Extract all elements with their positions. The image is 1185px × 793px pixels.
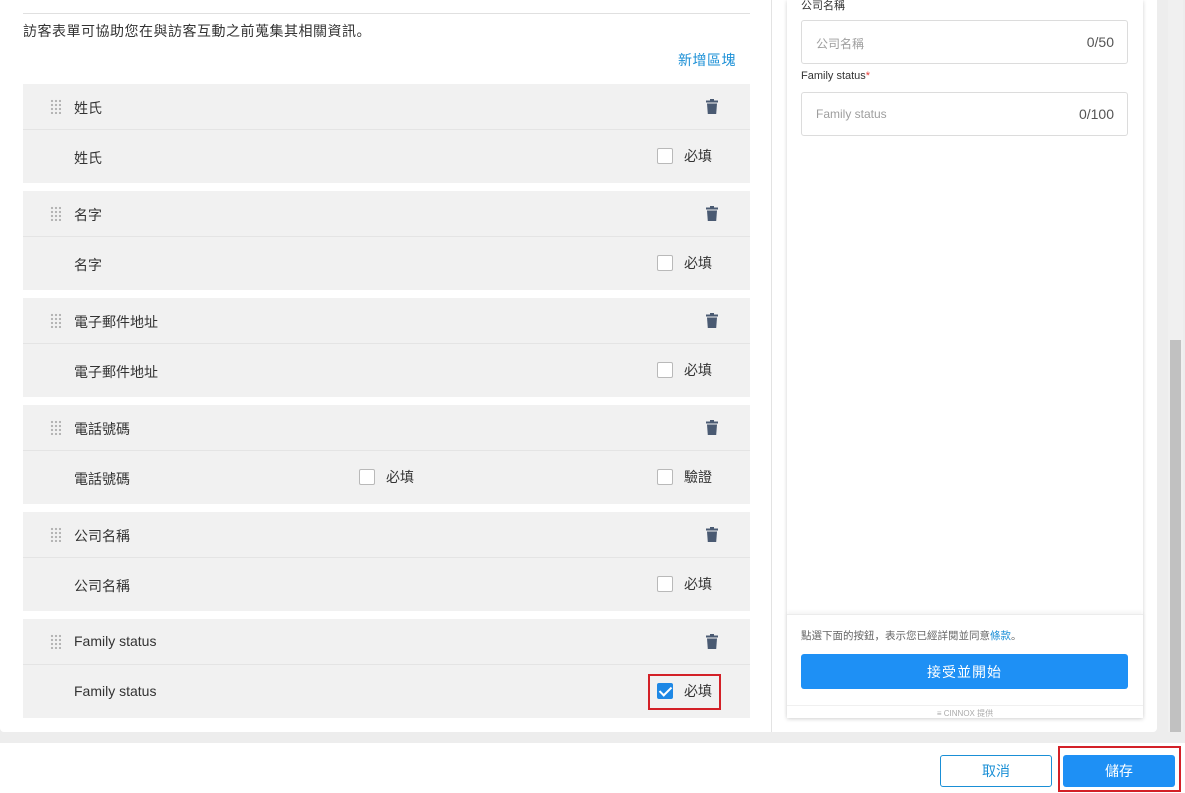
form-fields-panel: 訪客表單可協助您在與訪客互動之前蒐集其相關資訊。 新增區塊 姓氏 姓氏 必填 名… bbox=[0, 0, 771, 732]
field-block-header: 電話號碼 bbox=[23, 405, 750, 451]
field-title: Family status bbox=[74, 633, 157, 649]
field-title: 公司名稱 bbox=[74, 528, 130, 544]
field-name: 電話號碼 bbox=[74, 471, 130, 487]
field-block-body: 電子郵件地址 必填 bbox=[23, 344, 750, 397]
required-label: 必填 bbox=[684, 148, 712, 164]
form-editor-card: 訪客表單可協助您在與訪客互動之前蒐集其相關資訊。 新增區塊 姓氏 姓氏 必填 名… bbox=[0, 0, 1183, 732]
required-toggle[interactable]: 必填 bbox=[657, 360, 712, 380]
trash-icon[interactable] bbox=[706, 313, 718, 328]
required-label: 必填 bbox=[684, 576, 712, 592]
verify-label: 驗證 bbox=[684, 469, 712, 485]
required-label: 必填 bbox=[684, 255, 712, 271]
trash-icon[interactable] bbox=[706, 99, 718, 114]
terms-prefix: 點選下面的按鈕，表示您已經詳閱並同意 bbox=[801, 630, 990, 642]
family-status-field-label: Family status* bbox=[801, 70, 870, 82]
field-title: 姓氏 bbox=[74, 100, 102, 116]
family-status-placeholder: Family status bbox=[816, 107, 887, 121]
field-block-body: Family status 必填 bbox=[23, 665, 750, 718]
field-name: Family status bbox=[74, 683, 157, 699]
drag-handle-icon[interactable] bbox=[50, 420, 61, 435]
required-checkbox[interactable] bbox=[657, 576, 673, 592]
company-placeholder: 公司名稱 bbox=[816, 37, 865, 51]
required-toggle[interactable]: 必填 bbox=[657, 574, 712, 594]
verify-toggle[interactable]: 驗證 bbox=[657, 467, 712, 487]
trash-icon[interactable] bbox=[706, 527, 718, 542]
highlight-box-required bbox=[648, 674, 721, 710]
highlight-box-save bbox=[1058, 746, 1181, 792]
drag-handle-icon[interactable] bbox=[50, 206, 61, 221]
field-block-header: 電子郵件地址 bbox=[23, 298, 750, 344]
field-block-family-status: Family status Family status 必填 bbox=[23, 619, 750, 718]
trash-icon[interactable] bbox=[706, 420, 718, 435]
required-checkbox[interactable] bbox=[657, 148, 673, 164]
required-checkbox[interactable] bbox=[359, 469, 375, 485]
field-title: 電話號碼 bbox=[74, 421, 130, 437]
terms-link[interactable]: 條款 bbox=[990, 630, 1011, 642]
required-toggle[interactable]: 必填 bbox=[657, 146, 712, 166]
terms-suffix: 。 bbox=[1011, 630, 1022, 642]
scrollbar[interactable] bbox=[1168, 0, 1183, 732]
field-name: 電子郵件地址 bbox=[74, 364, 158, 380]
verify-checkbox[interactable] bbox=[657, 469, 673, 485]
family-status-label-text: Family status bbox=[801, 70, 866, 82]
field-name: 姓氏 bbox=[74, 150, 102, 166]
trash-icon[interactable] bbox=[706, 206, 718, 221]
field-name: 公司名稱 bbox=[74, 578, 130, 594]
footer-bar: 取消 儲存 bbox=[0, 743, 1185, 793]
required-checkbox[interactable] bbox=[657, 255, 673, 271]
panel-divider bbox=[771, 0, 772, 732]
field-block-company: 公司名稱 公司名稱 必填 bbox=[23, 512, 750, 611]
field-title: 名字 bbox=[74, 207, 102, 223]
field-block-header: 姓氏 bbox=[23, 84, 750, 130]
required-toggle[interactable]: 必填 bbox=[359, 467, 414, 487]
field-block-first-name: 名字 名字 必填 bbox=[23, 191, 750, 290]
drag-handle-icon[interactable] bbox=[50, 527, 61, 542]
powered-by: ≡ CINNOX 提供 bbox=[787, 705, 1143, 719]
field-title: 電子郵件地址 bbox=[74, 314, 158, 330]
required-label: 必填 bbox=[386, 469, 414, 485]
field-name: 名字 bbox=[74, 257, 102, 273]
terms-text: 點選下面的按鈕，表示您已經詳閱並同意條款。 bbox=[801, 628, 1022, 643]
field-block-header: 公司名稱 bbox=[23, 512, 750, 558]
field-block-body: 名字 必填 bbox=[23, 237, 750, 290]
scrollbar-thumb[interactable] bbox=[1170, 340, 1181, 732]
form-description: 訪客表單可協助您在與訪客互動之前蒐集其相關資訊。 bbox=[23, 23, 371, 39]
drag-handle-icon[interactable] bbox=[50, 634, 61, 649]
field-block-header: 名字 bbox=[23, 191, 750, 237]
family-status-input[interactable]: Family status 0/100 bbox=[801, 92, 1128, 136]
company-field-label: 公司名稱 bbox=[801, 0, 845, 12]
field-block-email: 電子郵件地址 電子郵件地址 必填 bbox=[23, 298, 750, 397]
required-toggle[interactable]: 必填 bbox=[657, 253, 712, 273]
field-block-header: Family status bbox=[23, 619, 750, 665]
drag-handle-icon[interactable] bbox=[50, 99, 61, 114]
company-char-count: 0/50 bbox=[1086, 34, 1114, 50]
field-block-body: 電話號碼 必填 驗證 bbox=[23, 451, 750, 504]
trash-icon[interactable] bbox=[706, 634, 718, 649]
cancel-button[interactable]: 取消 bbox=[940, 755, 1052, 787]
add-section-link[interactable]: 新增區塊 bbox=[678, 50, 736, 70]
field-block-last-name: 姓氏 姓氏 必填 bbox=[23, 84, 750, 183]
field-block-phone: 電話號碼 電話號碼 必填 驗證 bbox=[23, 405, 750, 504]
field-block-body: 姓氏 必填 bbox=[23, 130, 750, 183]
required-label: 必填 bbox=[684, 362, 712, 378]
family-status-char-count: 0/100 bbox=[1078, 106, 1114, 122]
required-checkbox[interactable] bbox=[657, 362, 673, 378]
divider bbox=[23, 13, 750, 14]
company-input[interactable]: 公司名稱 0/50 bbox=[801, 20, 1128, 64]
required-asterisk: * bbox=[865, 70, 871, 82]
accept-start-button[interactable]: 接受並開始 bbox=[801, 654, 1128, 689]
field-block-body: 公司名稱 必填 bbox=[23, 558, 750, 611]
preview-footer: 點選下面的按鈕，表示您已經詳閱並同意條款。 接受並開始 ≡ CINNOX 提供 bbox=[787, 614, 1143, 718]
form-preview-panel: 公司名稱 公司名稱 0/50 Family status* Family sta… bbox=[787, 0, 1143, 718]
drag-handle-icon[interactable] bbox=[50, 313, 61, 328]
